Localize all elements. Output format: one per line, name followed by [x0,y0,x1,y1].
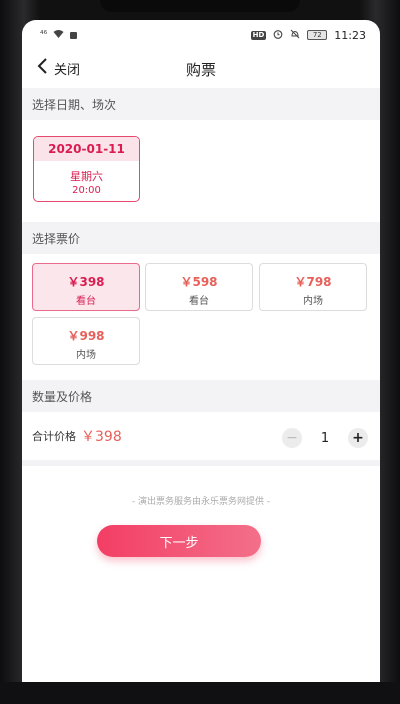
price-option-798[interactable]: ￥798 内场 [259,263,367,311]
next-step-button[interactable]: 下一步 [97,525,261,557]
weekday-label: 星期六 [70,170,103,183]
price-value: ￥598 [180,275,218,289]
app-screen: ⁴⁶ HD 72 11:23 关闭 购票 选择日期、场次 2020-01-11 … [22,20,380,682]
quantity-stepper: − 1 + [282,428,368,448]
chevron-left-icon [36,57,48,80]
date-list: 2020-01-11 星期六 20:00 [22,120,380,222]
signal-icon: ⁴⁶ [40,30,48,40]
date-value: 2020-01-11 [34,137,139,161]
phone-frame: ⁴⁶ HD 72 11:23 关闭 购票 选择日期、场次 2020-01-11 … [0,0,400,704]
provider-note: - 演出票务服务由永乐票务网提供 - [131,497,271,507]
phone-notch [100,0,300,12]
show-time: 20:00 [72,185,101,196]
status-left: ⁴⁶ [40,29,78,41]
date-option-card[interactable]: 2020-01-11 星期六 20:00 [33,136,140,202]
close-label: 关闭 [54,63,81,78]
status-bar: ⁴⁶ HD 72 11:23 [22,20,380,50]
zone-label: 内场 [76,350,96,361]
quantity-value: 1 [320,430,330,446]
price-grid: ￥398 看台 ￥598 看台 ￥798 内场 ￥998 内场 [22,254,380,380]
price-option-598[interactable]: ￥598 看台 [145,263,253,311]
notification-icon [70,31,78,39]
zone-label: 看台 [76,296,96,307]
price-value: ￥398 [67,275,105,289]
zone-label: 内场 [303,296,323,307]
total-price: ￥398 [81,429,122,445]
status-right: HD 72 11:23 [250,28,366,42]
total-label: 合计价格 [32,430,76,443]
date-section-title: 选择日期、场次 [22,88,380,120]
price-value: ￥798 [294,275,332,289]
battery-icon: 72 [307,30,328,40]
quantity-row: 合计价格 ￥398 − 1 + [22,412,380,466]
price-value: ￥998 [67,329,105,343]
hd-icon: HD [250,30,267,40]
mute-icon [290,29,300,42]
zone-label: 看台 [189,296,209,307]
price-section-title: 选择票价 [22,222,380,254]
quantity-section-title: 数量及价格 [22,380,380,412]
wifi-icon [53,29,64,41]
decrease-button[interactable]: − [282,428,302,448]
clock-time: 11:23 [334,28,366,42]
close-button[interactable]: 关闭 [36,57,80,80]
price-option-998[interactable]: ￥998 内场 [32,317,140,365]
alarm-icon [273,29,283,42]
phone-bottom-bezel [0,682,400,704]
increase-button[interactable]: + [348,428,368,448]
price-option-398[interactable]: ￥398 看台 [32,263,140,311]
page-header: 关闭 购票 [22,50,380,88]
